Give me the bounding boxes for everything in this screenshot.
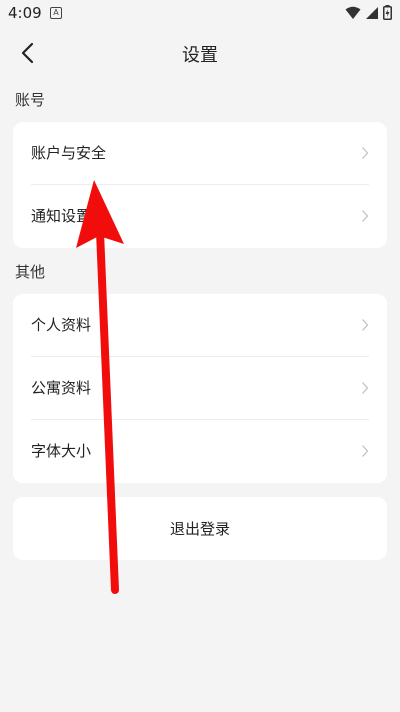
title-bar: 设置 [0, 28, 400, 78]
chevron-right-icon [362, 147, 369, 159]
signal-icon [366, 6, 378, 19]
chevron-right-icon [362, 445, 369, 457]
status-bar: 4:09 A [0, 0, 400, 26]
chevron-right-icon [362, 319, 369, 331]
account-card: 账户与安全 通知设置 [13, 122, 387, 248]
battery-icon [383, 5, 392, 20]
row-account-security[interactable]: 账户与安全 [13, 122, 387, 185]
settings-screen: 4:09 A 设置 账号 账户与安全 通知设置 其他 个人资料 公寓资料 字体大… [0, 0, 400, 712]
row-personal-info[interactable]: 个人资料 [13, 294, 387, 357]
chevron-right-icon [362, 210, 369, 222]
wifi-icon [345, 6, 361, 19]
page-title: 设置 [182, 45, 218, 66]
row-font-size[interactable]: 字体大小 [13, 420, 387, 483]
row-label: 个人资料 [31, 316, 92, 334]
row-label: 字体大小 [31, 442, 92, 460]
row-label: 账户与安全 [31, 144, 107, 162]
other-card: 个人资料 公寓资料 字体大小 [13, 294, 387, 483]
notification-icon: A [50, 7, 62, 19]
row-notification-settings[interactable]: 通知设置 [13, 185, 387, 248]
logout-button[interactable]: 退出登录 [13, 497, 387, 560]
row-apartment-info[interactable]: 公寓资料 [13, 357, 387, 420]
logout-label: 退出登录 [169, 520, 230, 538]
section-label-other: 其他 [15, 263, 46, 281]
chevron-right-icon [362, 382, 369, 394]
row-label: 通知设置 [31, 207, 92, 225]
row-label: 公寓资料 [31, 379, 92, 397]
status-icons [345, 5, 392, 20]
section-label-account: 账号 [15, 91, 46, 109]
status-time: 4:09 [8, 4, 42, 22]
